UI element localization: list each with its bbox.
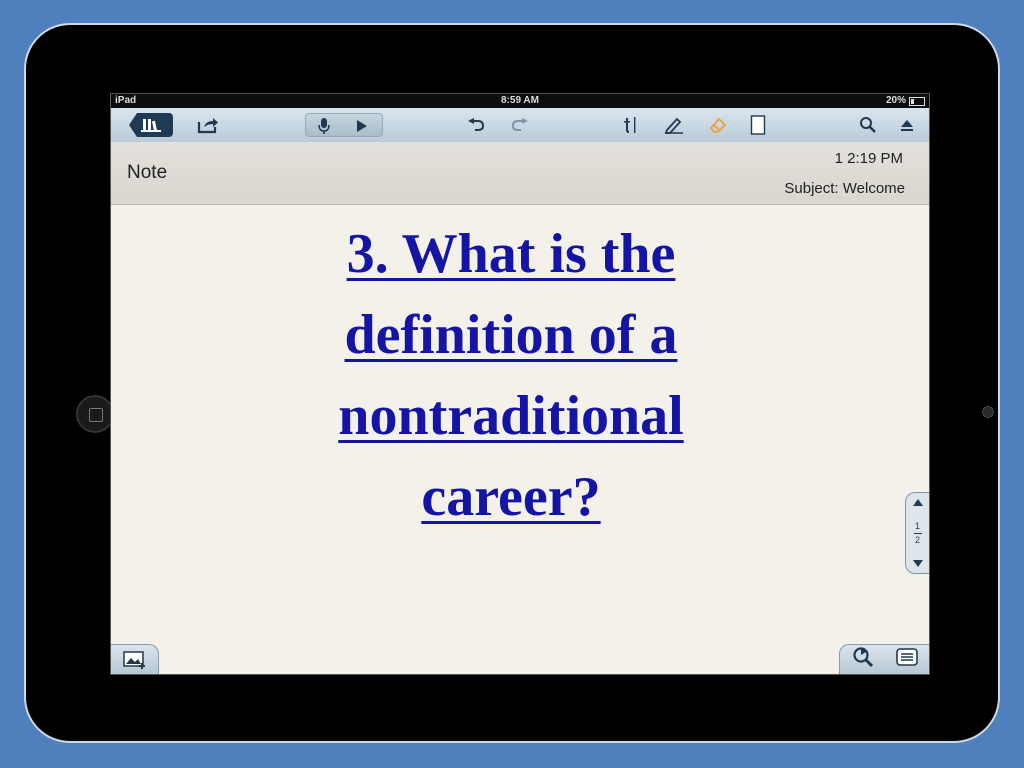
page-indicator: 1 2 (913, 520, 922, 546)
page-navigator: 1 2 (905, 492, 929, 574)
library-books-icon[interactable] (129, 113, 173, 137)
note-header: Note 1 2:19 PM Subject: Welcome (111, 142, 929, 205)
add-image-icon (122, 650, 145, 669)
toolbar (111, 108, 929, 143)
note-title: Note (127, 162, 168, 183)
undo-icon[interactable] (465, 113, 487, 137)
page-current: 1 (914, 520, 920, 531)
share-arrow-icon[interactable] (195, 113, 221, 137)
page-divider (913, 532, 922, 534)
home-button[interactable] (76, 395, 114, 433)
battery-icon (909, 96, 925, 106)
text-cursor-icon[interactable] (621, 113, 639, 137)
note-time: 1 2:19 PM (834, 150, 903, 167)
microphone-icon[interactable] (316, 114, 332, 138)
question-line: nontraditional (338, 385, 684, 447)
redo-icon[interactable] (509, 113, 531, 137)
app-screen: iPad 8:59 AM 20% Note 1 2:19 PM Subject:… (110, 93, 930, 675)
list-menu-icon[interactable] (895, 648, 918, 671)
blank-page-icon[interactable] (749, 113, 767, 137)
eject-icon[interactable] (897, 113, 917, 137)
add-image-button[interactable] (111, 644, 159, 674)
note-subject: Subject: Welcome (784, 180, 905, 197)
eraser-icon[interactable] (707, 113, 729, 137)
zoom-icon[interactable] (852, 646, 874, 673)
bottom-right-controls (839, 644, 929, 674)
pen-icon[interactable] (663, 113, 685, 137)
page-up-icon[interactable] (912, 499, 923, 506)
play-icon[interactable] (354, 114, 370, 138)
battery-percent: 20% (885, 95, 906, 106)
audio-controls (305, 113, 383, 137)
camera-dot (982, 406, 994, 418)
question-text: 3. What is the definition of a nontradit… (251, 214, 771, 538)
page-total: 2 (914, 534, 920, 545)
question-line: 3. What is the (346, 223, 676, 285)
question-line: definition of a (344, 304, 678, 366)
battery-indicator: 20% (886, 94, 925, 108)
page-down-icon[interactable] (912, 560, 923, 567)
question-line: career? (421, 466, 601, 528)
search-icon[interactable] (857, 113, 879, 137)
status-time: 8:59 AM (501, 95, 539, 106)
status-bar: iPad 8:59 AM 20% (111, 94, 929, 108)
